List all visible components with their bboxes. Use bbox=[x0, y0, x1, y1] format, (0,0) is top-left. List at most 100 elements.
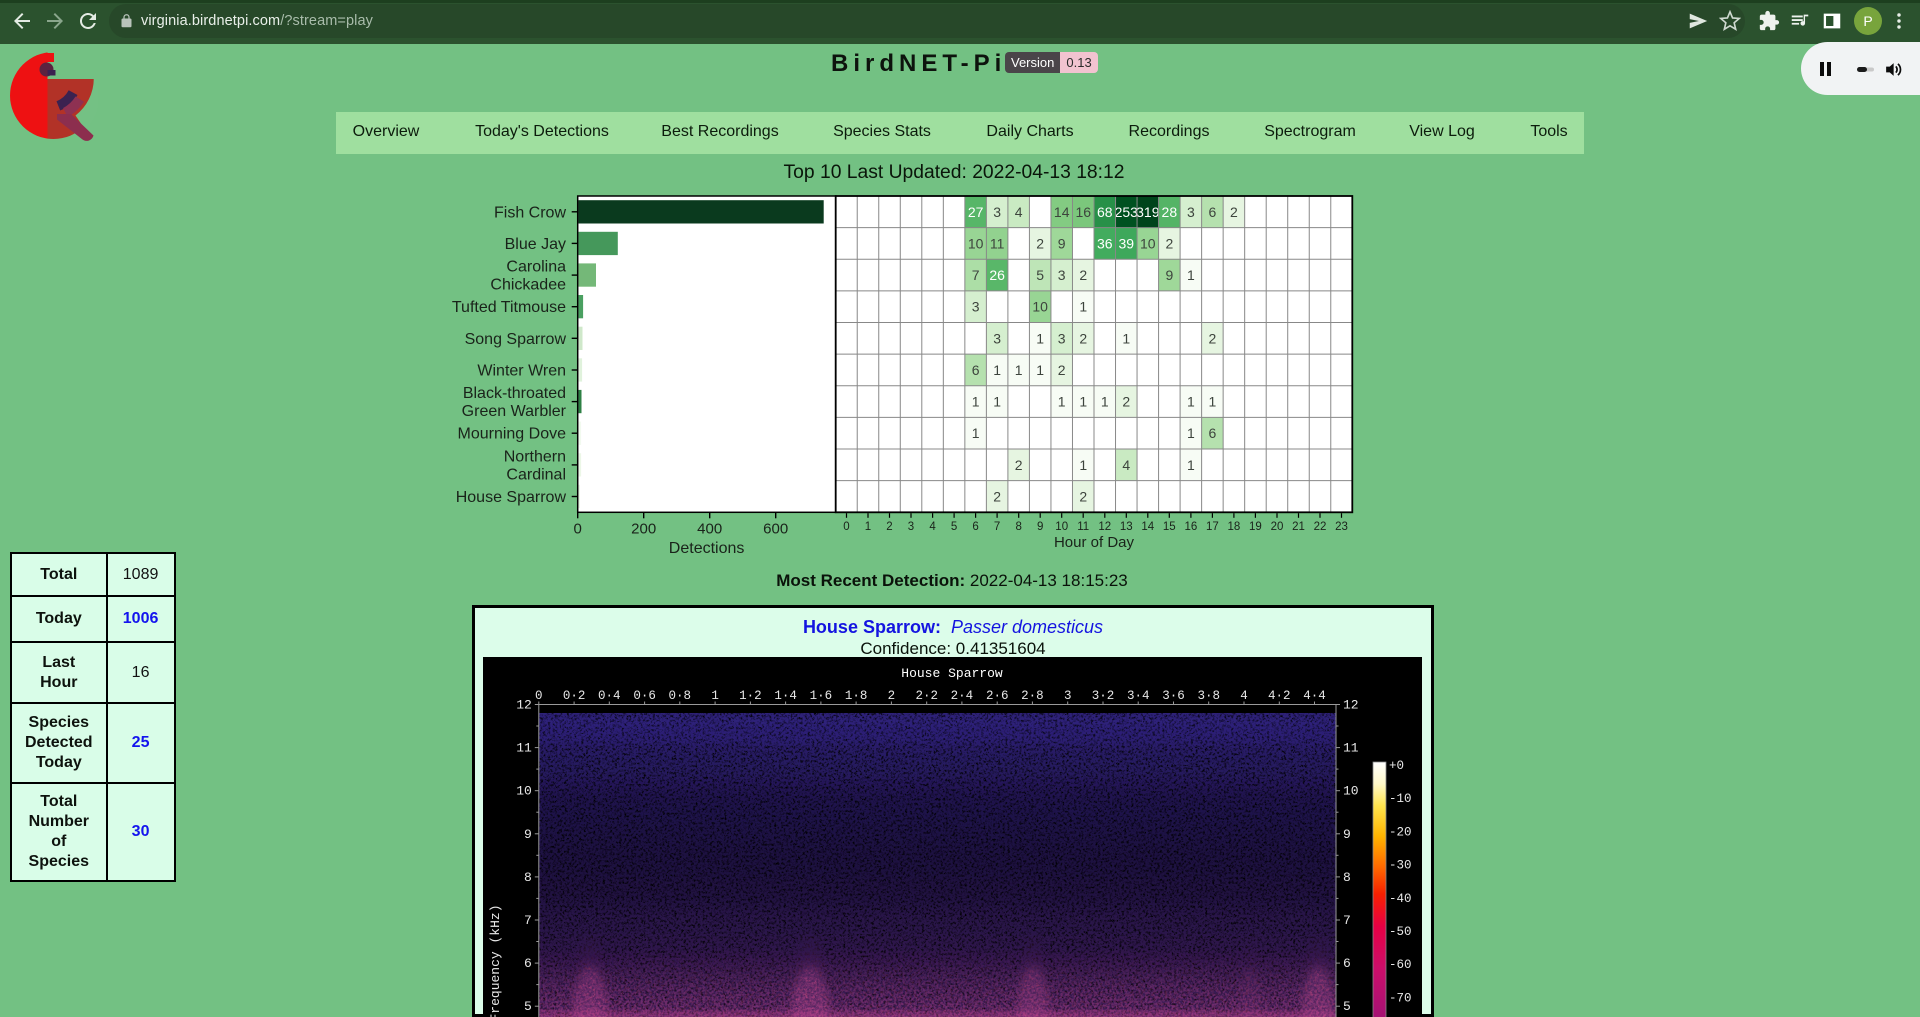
svg-text:10: 10 bbox=[1032, 299, 1048, 315]
svg-text:39: 39 bbox=[1119, 235, 1135, 251]
svg-text:15: 15 bbox=[1163, 521, 1176, 533]
svg-text:4: 4 bbox=[1240, 689, 1248, 703]
svg-text:2·6: 2·6 bbox=[986, 689, 1009, 703]
svg-text:Frequency (kHz): Frequency (kHz) bbox=[488, 904, 503, 1017]
svg-text:14: 14 bbox=[1054, 204, 1070, 220]
svg-text:0·2: 0·2 bbox=[563, 689, 586, 703]
svg-text:10: 10 bbox=[516, 784, 532, 799]
svg-text:Hour of Day: Hour of Day bbox=[1054, 534, 1135, 551]
svg-text:1: 1 bbox=[1101, 394, 1109, 410]
svg-text:4: 4 bbox=[1122, 457, 1130, 473]
svg-text:0·4: 0·4 bbox=[598, 689, 621, 703]
svg-text:6: 6 bbox=[1208, 425, 1216, 441]
svg-text:8: 8 bbox=[524, 870, 532, 885]
svg-text:1: 1 bbox=[1079, 299, 1087, 315]
svg-text:Tufted Titmouse: Tufted Titmouse bbox=[452, 299, 566, 316]
svg-text:2·2: 2·2 bbox=[915, 689, 938, 703]
svg-text:1: 1 bbox=[1036, 330, 1044, 346]
svg-text:10: 10 bbox=[1343, 784, 1359, 799]
svg-text:Cardinal: Cardinal bbox=[506, 466, 566, 483]
svg-text:400: 400 bbox=[697, 520, 722, 537]
svg-text:1: 1 bbox=[1187, 267, 1195, 283]
svg-text:6: 6 bbox=[972, 521, 978, 533]
svg-text:0: 0 bbox=[574, 520, 582, 537]
svg-text:12: 12 bbox=[1098, 521, 1111, 533]
svg-text:1: 1 bbox=[993, 394, 1001, 410]
svg-text:3·2: 3·2 bbox=[1092, 689, 1115, 703]
svg-text:2: 2 bbox=[1230, 204, 1238, 220]
svg-text:19: 19 bbox=[1249, 521, 1262, 533]
svg-text:5: 5 bbox=[1343, 999, 1351, 1014]
svg-text:Blue Jay: Blue Jay bbox=[505, 236, 566, 253]
svg-text:2: 2 bbox=[888, 689, 896, 703]
svg-text:House Sparrow: House Sparrow bbox=[901, 666, 1003, 681]
svg-text:-40: -40 bbox=[1389, 892, 1412, 906]
svg-text:1·6: 1·6 bbox=[810, 689, 833, 703]
svg-text:14: 14 bbox=[1141, 521, 1154, 533]
svg-text:1·4: 1·4 bbox=[774, 689, 797, 703]
svg-text:-60: -60 bbox=[1389, 958, 1412, 972]
svg-text:11: 11 bbox=[516, 741, 532, 756]
svg-text:16: 16 bbox=[1185, 521, 1198, 533]
svg-text:8: 8 bbox=[1343, 870, 1351, 885]
svg-text:17: 17 bbox=[1206, 521, 1219, 533]
svg-text:1: 1 bbox=[1208, 394, 1216, 410]
svg-text:11: 11 bbox=[1343, 741, 1359, 756]
svg-text:-20: -20 bbox=[1389, 825, 1412, 839]
svg-text:6: 6 bbox=[1208, 204, 1216, 220]
svg-text:4·2: 4·2 bbox=[1268, 689, 1291, 703]
svg-text:36: 36 bbox=[1097, 235, 1113, 251]
svg-text:-70: -70 bbox=[1389, 991, 1412, 1005]
svg-text:6: 6 bbox=[972, 362, 980, 378]
svg-text:4·4: 4·4 bbox=[1303, 689, 1326, 703]
svg-text:2: 2 bbox=[993, 488, 1001, 504]
svg-text:7: 7 bbox=[1343, 913, 1351, 928]
svg-text:Northern: Northern bbox=[504, 448, 566, 465]
svg-text:2: 2 bbox=[1079, 330, 1087, 346]
svg-text:2: 2 bbox=[1058, 362, 1066, 378]
svg-text:9: 9 bbox=[1165, 267, 1173, 283]
svg-text:10: 10 bbox=[968, 235, 984, 251]
svg-text:+0: +0 bbox=[1389, 759, 1404, 773]
svg-text:2: 2 bbox=[1036, 235, 1044, 251]
svg-text:1: 1 bbox=[1058, 394, 1066, 410]
svg-text:13: 13 bbox=[1120, 521, 1133, 533]
svg-text:1: 1 bbox=[1079, 394, 1087, 410]
svg-text:22: 22 bbox=[1314, 521, 1327, 533]
svg-text:-30: -30 bbox=[1389, 859, 1412, 873]
svg-text:9: 9 bbox=[524, 827, 532, 842]
svg-text:10: 10 bbox=[1055, 521, 1068, 533]
svg-text:0: 0 bbox=[843, 521, 849, 533]
svg-text:0·6: 0·6 bbox=[633, 689, 656, 703]
svg-text:Carolina: Carolina bbox=[506, 259, 566, 276]
svg-text:12: 12 bbox=[516, 698, 532, 713]
svg-text:2·4: 2·4 bbox=[951, 689, 974, 703]
svg-text:5: 5 bbox=[1036, 267, 1044, 283]
svg-text:1: 1 bbox=[972, 425, 980, 441]
svg-text:1: 1 bbox=[1079, 457, 1087, 473]
svg-text:3: 3 bbox=[1064, 689, 1072, 703]
svg-text:600: 600 bbox=[763, 520, 788, 537]
svg-text:3: 3 bbox=[1058, 330, 1066, 346]
svg-text:1: 1 bbox=[711, 689, 719, 703]
svg-text:1: 1 bbox=[1187, 457, 1195, 473]
svg-text:1: 1 bbox=[1036, 362, 1044, 378]
svg-text:1: 1 bbox=[972, 394, 980, 410]
svg-text:4: 4 bbox=[929, 521, 936, 533]
svg-text:7: 7 bbox=[972, 267, 980, 283]
svg-text:Chickadee: Chickadee bbox=[490, 277, 566, 294]
svg-text:3: 3 bbox=[1058, 267, 1066, 283]
svg-text:3: 3 bbox=[993, 204, 1001, 220]
svg-text:20: 20 bbox=[1271, 521, 1284, 533]
svg-text:2: 2 bbox=[1208, 330, 1216, 346]
svg-text:Mourning Dove: Mourning Dove bbox=[458, 426, 567, 443]
svg-text:23: 23 bbox=[1335, 521, 1348, 533]
svg-text:1: 1 bbox=[1187, 394, 1195, 410]
svg-text:2: 2 bbox=[1122, 394, 1130, 410]
svg-text:11: 11 bbox=[1077, 521, 1089, 533]
svg-text:2: 2 bbox=[1165, 235, 1173, 251]
svg-text:253: 253 bbox=[1115, 204, 1139, 220]
svg-text:5: 5 bbox=[524, 999, 532, 1014]
svg-text:7: 7 bbox=[524, 913, 532, 928]
svg-text:319: 319 bbox=[1136, 204, 1160, 220]
